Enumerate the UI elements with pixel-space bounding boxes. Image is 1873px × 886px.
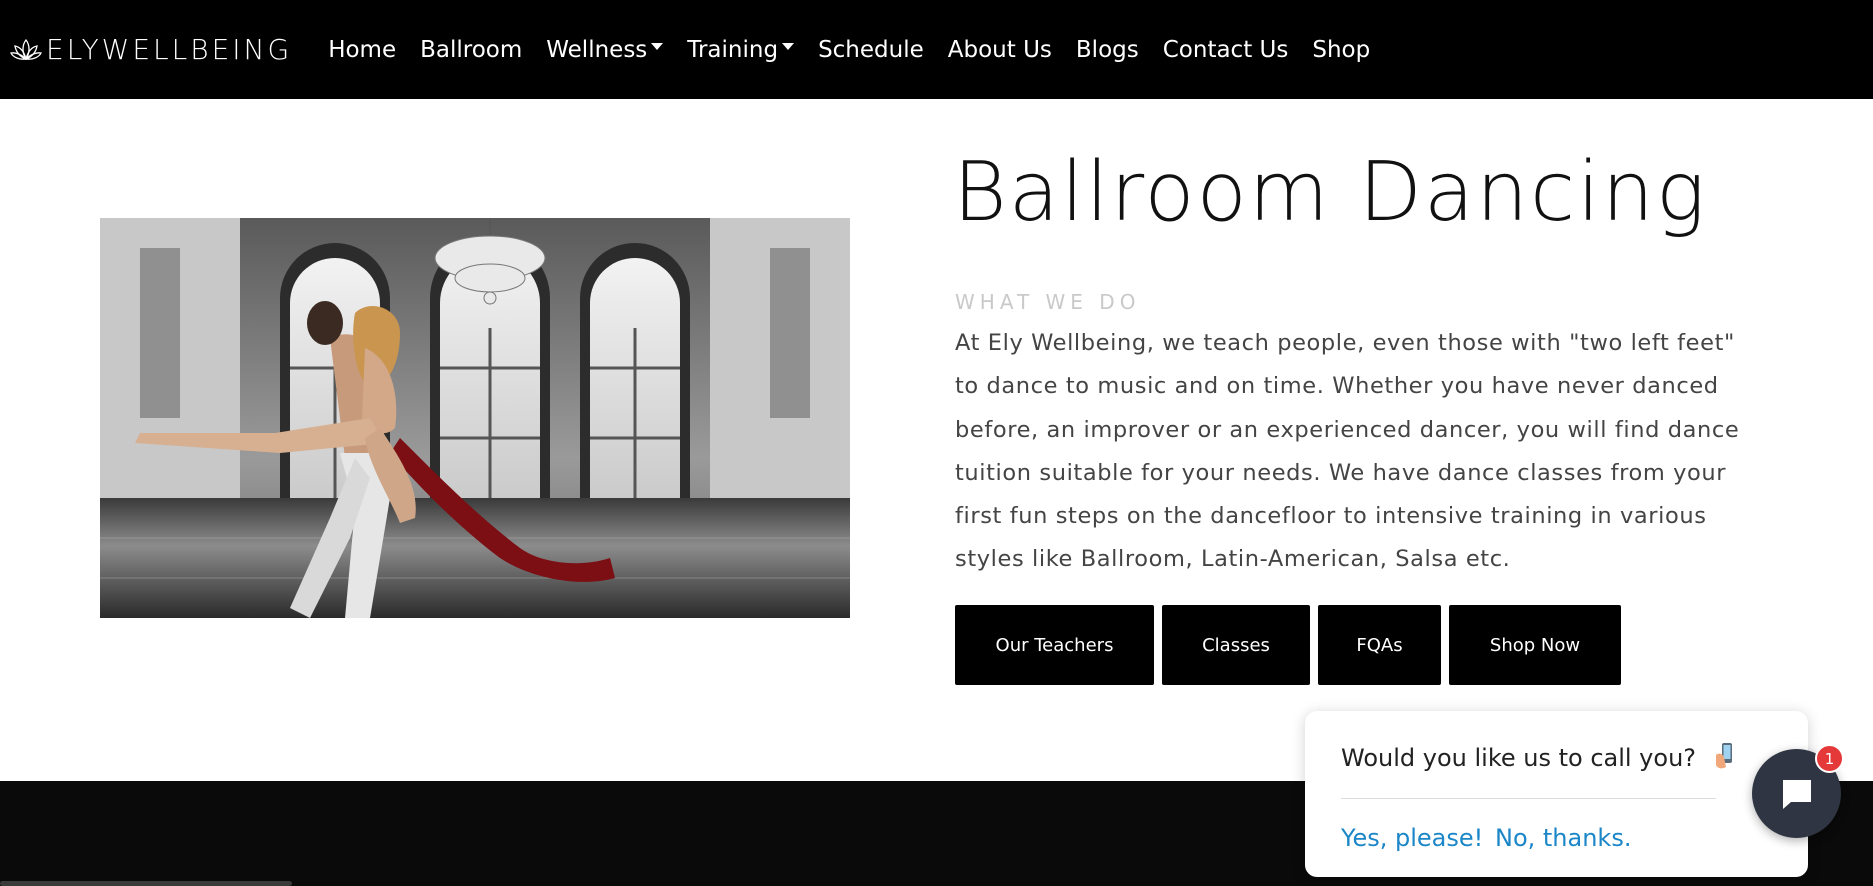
nav-item-label: Shop — [1312, 36, 1371, 63]
nav-item-contact-us[interactable]: Contact Us — [1163, 37, 1289, 63]
nav-item-training[interactable]: Training — [687, 36, 795, 63]
nav-item-label: Training — [687, 36, 779, 63]
caret-down-icon — [782, 43, 795, 50]
nav-item-label: Wellness — [546, 36, 648, 63]
nav-item-label: Home — [328, 36, 397, 63]
section-subtitle: WHAT WE DO — [955, 290, 1141, 314]
section-description: At Ely Wellbeing, we teach people, even … — [955, 330, 1740, 573]
nav-item-label: Contact Us — [1162, 36, 1289, 63]
call-back-question-text: Would you like us to call you? — [1341, 744, 1697, 772]
nav-item-schedule[interactable]: Schedule — [818, 37, 924, 63]
nav-item-shop[interactable]: Shop — [1312, 37, 1370, 63]
caret-down-icon — [651, 43, 664, 50]
nav-item-home[interactable]: Home — [328, 37, 396, 63]
nav-item-wellness[interactable]: Wellness — [546, 36, 664, 63]
call-back-question: Would you like us to call you? — [1341, 741, 1738, 772]
call-no-link[interactable]: No, thanks. — [1495, 824, 1631, 852]
chat-notification-badge: 1 — [1815, 744, 1844, 773]
horizontal-scrollbar[interactable] — [0, 881, 292, 886]
nav-item-about-us[interactable]: About Us — [948, 37, 1052, 63]
top-navbar: ELYWELLBEING Home Ballroom Wellness Trai… — [0, 0, 1873, 99]
lotus-icon — [10, 38, 42, 60]
nav-item-label: Ballroom — [420, 36, 523, 63]
shop-now-button[interactable]: Shop Now — [1449, 605, 1621, 685]
nav-menu: Home Ballroom Wellness Training Schedule… — [316, 37, 1382, 63]
chat-bubble-icon — [1782, 779, 1811, 809]
nav-item-label: Blogs — [1075, 36, 1139, 63]
classes-button[interactable]: Classes — [1162, 605, 1310, 685]
popup-divider — [1341, 798, 1716, 799]
call-back-popup: Would you like us to call you? Yes, plea… — [1305, 711, 1808, 877]
ballroom-dancers-image — [100, 218, 850, 618]
phone-hand-icon — [1715, 743, 1732, 769]
hero-button-group: Our Teachers Classes FQAs Shop Now — [955, 605, 1629, 685]
call-yes-link[interactable]: Yes, please! — [1341, 824, 1483, 852]
nav-item-label: About Us — [947, 36, 1052, 63]
brand-name: ELYWELLBEING — [46, 33, 293, 66]
page-title: Ballroom Dancing — [953, 145, 1708, 240]
nav-item-ballroom[interactable]: Ballroom — [420, 37, 522, 63]
our-teachers-button[interactable]: Our Teachers — [955, 605, 1154, 685]
nav-item-label: Schedule — [818, 36, 924, 63]
brand-logo-link[interactable]: ELYWELLBEING — [8, 0, 292, 99]
fqas-button[interactable]: FQAs — [1318, 605, 1441, 685]
nav-item-blogs[interactable]: Blogs — [1076, 37, 1139, 63]
